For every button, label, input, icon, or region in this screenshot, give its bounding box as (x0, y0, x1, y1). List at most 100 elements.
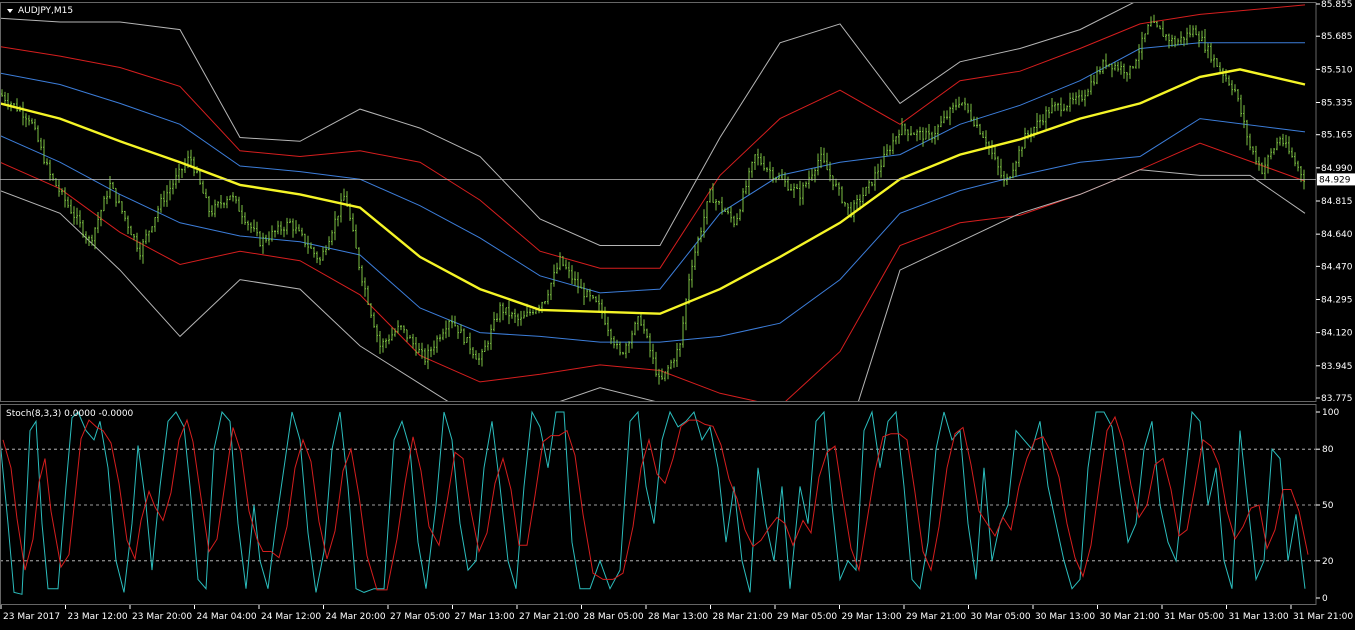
candle (247, 220, 249, 231)
candle (700, 227, 702, 243)
candle (985, 130, 987, 148)
chart-menu-arrow-icon[interactable] (7, 9, 13, 13)
candle (379, 331, 381, 354)
candle (799, 180, 801, 206)
candles (1, 14, 1305, 385)
candle (592, 295, 594, 300)
candle (1039, 114, 1041, 129)
candle (1054, 101, 1056, 112)
candle (310, 242, 312, 249)
candle (28, 115, 30, 126)
time-tick-label: 28 Mar 05:00 (584, 612, 644, 622)
candle (790, 183, 792, 191)
main-chart (0, 2, 1306, 402)
candle (616, 339, 618, 350)
time-tick-label: 29 Mar 13:00 (842, 612, 902, 622)
candle (604, 306, 606, 326)
candle (355, 224, 357, 249)
candle (1162, 21, 1164, 37)
candle (583, 282, 585, 305)
price-tick-label: 84.295 (1321, 296, 1353, 306)
candle (544, 301, 546, 305)
price-tick-label: 85.165 (1321, 131, 1353, 141)
candle (250, 222, 252, 233)
candle (1267, 154, 1269, 174)
candle (376, 324, 378, 343)
candle (217, 201, 219, 208)
candle (580, 278, 582, 289)
price-tick-label: 83.945 (1321, 362, 1353, 372)
time-tick-label: 23 Mar 2017 (3, 612, 60, 622)
candle (925, 127, 927, 140)
candle (817, 153, 819, 176)
stoch-tick-label: 100 (1322, 408, 1339, 418)
candle (1087, 88, 1089, 97)
candle (205, 188, 207, 199)
candle (169, 180, 171, 201)
candle (274, 230, 276, 238)
candle (958, 96, 960, 108)
candle (1084, 89, 1086, 107)
candle (979, 123, 981, 135)
candle (1060, 97, 1062, 117)
candle (499, 302, 501, 323)
candle (229, 195, 231, 201)
candle (430, 346, 432, 358)
candle (826, 152, 828, 171)
candle (304, 233, 306, 248)
candle (844, 201, 846, 207)
candle (598, 294, 600, 311)
candle (181, 168, 183, 178)
time-tick-label: 24 Mar 12:00 (261, 612, 321, 622)
candle (178, 163, 180, 183)
candle (1117, 61, 1119, 72)
candle (286, 217, 288, 235)
candle (601, 299, 603, 319)
candle (1261, 162, 1263, 175)
time-tick-label: 27 Mar 13:00 (455, 612, 515, 622)
candle (439, 334, 441, 342)
candle (1147, 24, 1149, 35)
candle (1201, 30, 1203, 42)
candle (943, 110, 945, 124)
candle (931, 131, 933, 143)
candle (568, 261, 570, 279)
candle (1069, 92, 1071, 112)
labels: AUDJPY,M15 Stoch(8,3,3) 0.0000 -0.0000 (6, 6, 134, 419)
candle (1111, 63, 1113, 78)
stoch-tick-label: 50 (1322, 501, 1334, 511)
candle (1240, 94, 1242, 117)
price-tick-label: 84.640 (1321, 230, 1353, 240)
candle (325, 245, 327, 256)
candle (160, 193, 162, 213)
candle (1018, 145, 1020, 167)
candle (352, 213, 354, 232)
candle (874, 166, 876, 191)
candle (520, 310, 522, 326)
candle (277, 220, 279, 235)
time-tick-label: 30 Mar 13:00 (1035, 612, 1095, 622)
candle (469, 332, 471, 355)
candle (1120, 61, 1122, 75)
candle (112, 181, 114, 189)
candle (319, 256, 321, 265)
candle (631, 330, 633, 349)
candle (667, 365, 669, 380)
candle (337, 215, 339, 227)
candle (1015, 160, 1017, 177)
candle (997, 156, 999, 176)
time-tick-label: 23 Mar 20:00 (132, 612, 192, 622)
candle (454, 315, 456, 327)
candle (1141, 31, 1143, 60)
candle (892, 133, 894, 155)
candle (898, 129, 900, 144)
candle (7, 93, 9, 110)
candle (1237, 89, 1239, 102)
candle (1282, 133, 1284, 147)
candle (754, 154, 756, 170)
candle (223, 202, 225, 209)
candle (1135, 58, 1137, 69)
time-tick-label: 28 Mar 21:00 (713, 612, 773, 622)
price-tick-label: 83.775 (1321, 394, 1353, 404)
candle (130, 225, 132, 236)
